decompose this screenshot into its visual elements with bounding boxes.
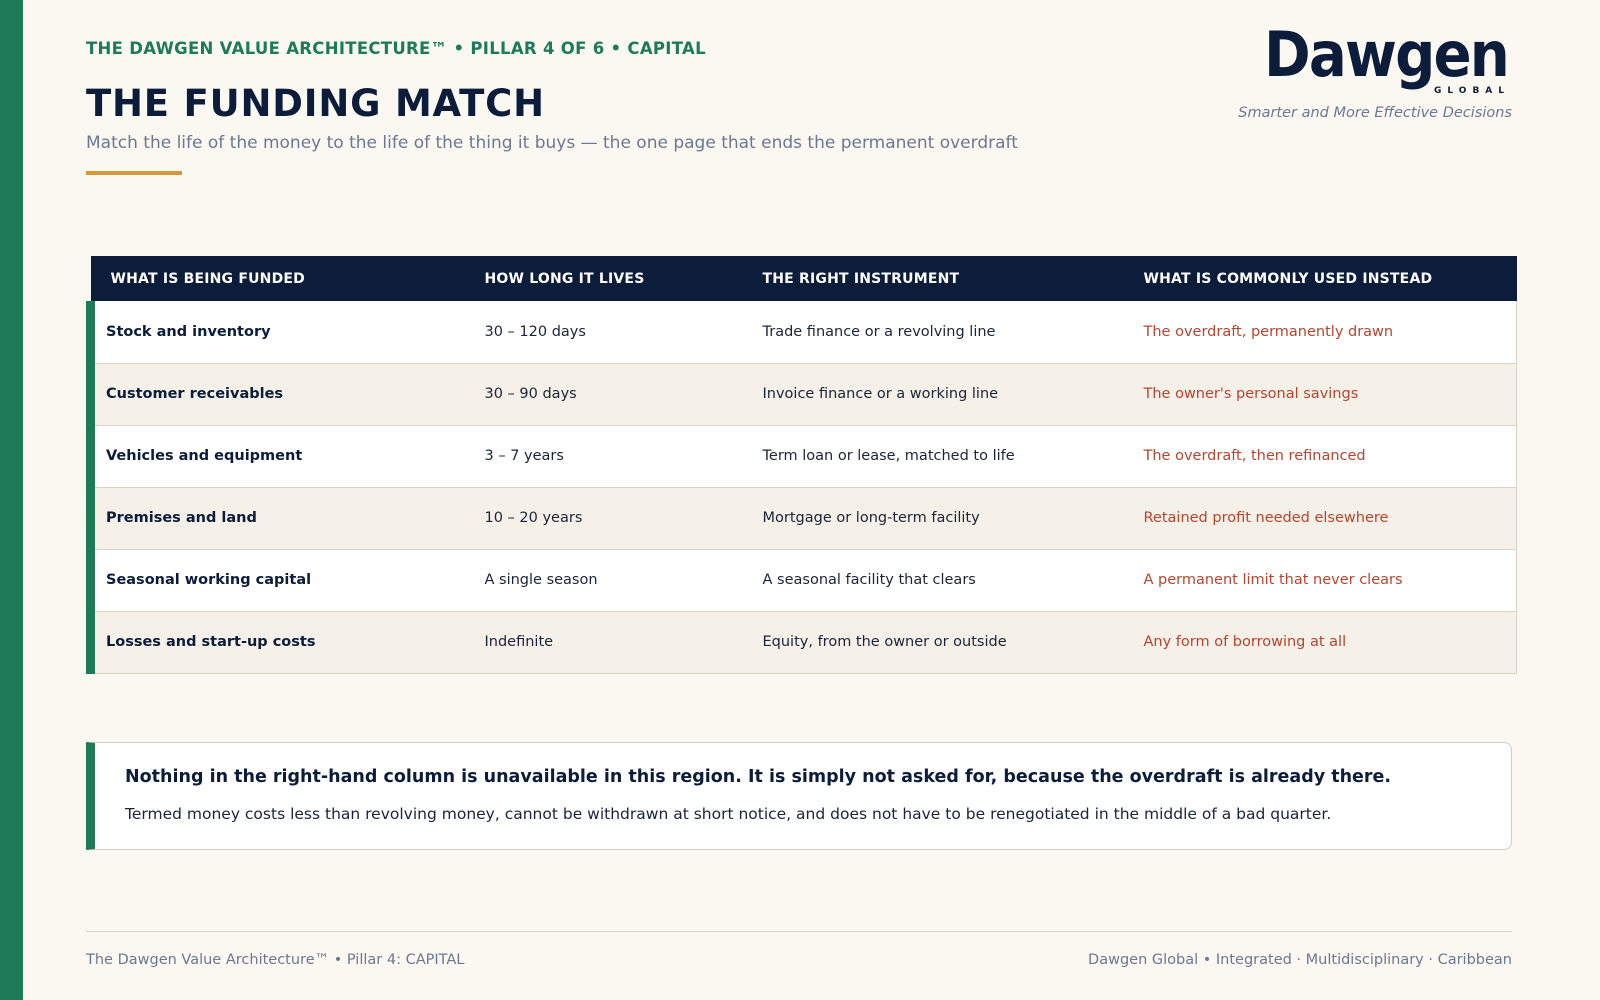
dawgen-logo: Dawgen GLOBAL <box>1264 22 1510 96</box>
page-title: THE FUNDING MATCH <box>86 82 545 125</box>
column-header: HOW LONG IT LIVES <box>464 256 743 301</box>
key-insight-callout: Nothing in the right-hand column is unav… <box>86 742 1512 850</box>
column-header: WHAT IS BEING FUNDED <box>90 256 465 301</box>
table-row: Vehicles and equipment 3 – 7 years Term … <box>86 425 1517 488</box>
common-substitute-cell: Retained profit needed elsewhere <box>1123 487 1517 550</box>
lifespan-cell: 3 – 7 years <box>464 425 743 488</box>
table-row: Seasonal working capital A single season… <box>86 549 1517 612</box>
left-accent-bar <box>0 0 23 1000</box>
callout-headline: Nothing in the right-hand column is unav… <box>125 767 1392 787</box>
funded-item-cell: Premises and land <box>86 487 465 550</box>
lifespan-cell: 10 – 20 years <box>464 487 743 550</box>
funded-item-cell: Customer receivables <box>86 363 465 426</box>
common-substitute-cell: The owner's personal savings <box>1123 363 1517 426</box>
funded-item-cell: Losses and start-up costs <box>86 611 465 674</box>
lifespan-cell: 30 – 120 days <box>464 301 743 364</box>
right-instrument-cell: Mortgage or long-term facility <box>742 487 1124 550</box>
lifespan-cell: A single season <box>464 549 743 612</box>
brand-tagline: Smarter and More Effective Decisions <box>1238 105 1512 121</box>
table-row: Losses and start-up costs Indefinite Equ… <box>86 611 1517 674</box>
page-subtitle: Match the life of the money to the life … <box>86 133 1018 153</box>
common-substitute-cell: The overdraft, permanently drawn <box>1123 301 1517 364</box>
footer-right-text: Dawgen Global • Integrated · Multidiscip… <box>1088 952 1512 968</box>
table-row: Customer receivables 30 – 90 days Invoic… <box>86 363 1517 426</box>
logo-subtext: GLOBAL <box>1434 86 1510 96</box>
right-instrument-cell: Term loan or lease, matched to life <box>742 425 1124 488</box>
table-row: Premises and land 10 – 20 years Mortgage… <box>86 487 1517 550</box>
eyebrow-label: THE DAWGEN VALUE ARCHITECTURE™ • PILLAR … <box>86 39 706 58</box>
column-header: THE RIGHT INSTRUMENT <box>742 256 1124 301</box>
right-instrument-cell: A seasonal facility that clears <box>742 549 1124 612</box>
footer-divider <box>86 931 1512 932</box>
table-header-row: WHAT IS BEING FUNDED HOW LONG IT LIVES T… <box>90 256 1517 301</box>
funded-item-cell: Stock and inventory <box>86 301 465 364</box>
column-header: WHAT IS COMMONLY USED INSTEAD <box>1123 256 1517 301</box>
callout-body: Termed money costs less than revolving m… <box>125 805 1332 823</box>
common-substitute-cell: Any form of borrowing at all <box>1123 611 1517 674</box>
right-instrument-cell: Equity, from the owner or outside <box>742 611 1124 674</box>
lifespan-cell: Indefinite <box>464 611 743 674</box>
right-instrument-cell: Trade finance or a revolving line <box>742 301 1124 364</box>
funded-item-cell: Vehicles and equipment <box>86 425 465 488</box>
logo-wordmark: Dawgen <box>1264 22 1508 91</box>
funded-item-cell: Seasonal working capital <box>86 549 465 612</box>
funding-match-table: WHAT IS BEING FUNDED HOW LONG IT LIVES T… <box>86 256 1517 674</box>
common-substitute-cell: A permanent limit that never clears <box>1123 549 1517 612</box>
table-row: Stock and inventory 30 – 120 days Trade … <box>86 301 1517 364</box>
lifespan-cell: 30 – 90 days <box>464 363 743 426</box>
common-substitute-cell: The overdraft, then refinanced <box>1123 425 1517 488</box>
title-underline <box>86 171 182 175</box>
right-instrument-cell: Invoice finance or a working line <box>742 363 1124 426</box>
footer-left-text: The Dawgen Value Architecture™ • Pillar … <box>86 952 465 968</box>
